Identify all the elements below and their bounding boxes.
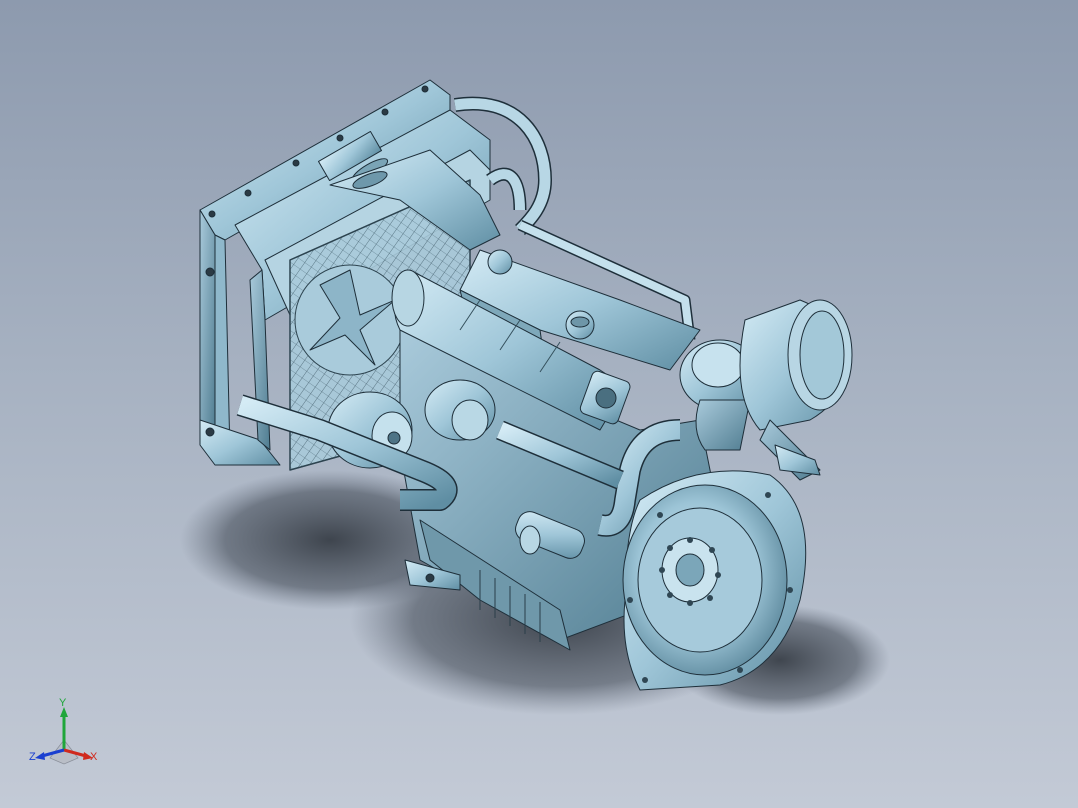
x-axis-label: X: [90, 751, 98, 763]
z-axis-arrow: [35, 752, 45, 760]
engine-3d-model[interactable]: [0, 0, 1078, 808]
z-axis-label: Z: [29, 751, 36, 763]
triad-axes: [35, 707, 93, 765]
cad-viewport[interactable]: X Y Z: [0, 0, 1078, 808]
y-axis-label: Y: [59, 697, 67, 709]
water-pump: [424, 379, 496, 441]
orientation-triad[interactable]: X Y Z: [20, 690, 120, 780]
